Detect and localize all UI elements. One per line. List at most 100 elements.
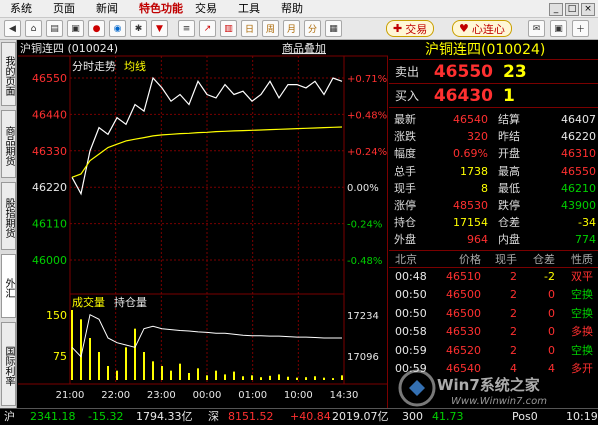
stat-label: 最低 [498, 181, 520, 195]
month-icon[interactable]: 月 [283, 20, 300, 37]
back-icon[interactable]: ◀ [4, 20, 21, 37]
tick-nature: 空换 [571, 343, 593, 357]
volume-bar [89, 338, 91, 380]
stat-label: 涨停 [394, 198, 416, 212]
close-button[interactable]: × [581, 2, 595, 16]
volume-bar [296, 377, 298, 380]
tab-index-futures[interactable]: 股指期货 [1, 182, 16, 250]
volume-bar [323, 377, 325, 380]
stat-value: 964 [467, 233, 488, 247]
tab-commodity-futures[interactable]: 商品期货 [1, 110, 16, 178]
stat-value: 46540 [453, 113, 488, 126]
maximize-button[interactable]: □ [565, 2, 579, 16]
volume-bar [116, 370, 118, 380]
stat-value: 43900 [561, 198, 596, 212]
volume-tick: 75 [53, 350, 67, 363]
stat-value: 46407 [561, 113, 596, 126]
volume-bar [260, 377, 262, 380]
menu-bar: 系统 页面 新闻 特色功能 交易 工具 帮助 _ □ × [0, 0, 598, 18]
tick-oi-change: 0 [548, 343, 555, 357]
volume-bar [206, 375, 208, 380]
grid-icon[interactable]: ▦ [325, 20, 342, 37]
open-interest-label: 持仓量 [114, 295, 147, 309]
tick-time: 00:59 [395, 343, 427, 357]
list-icon[interactable]: ≡ [178, 20, 195, 37]
lock-icon[interactable]: ▣ [550, 20, 567, 37]
tick-nature: 空换 [571, 288, 593, 302]
menu-help[interactable]: 帮助 [271, 0, 314, 18]
open-interest-tick: 17096 [347, 352, 379, 363]
price-tick: 46440 [32, 108, 67, 121]
intraday-chart[interactable]: 沪铜连四 (010024) 商品叠加 46550 46440 46330 46220 4… [18, 40, 388, 408]
minute-icon[interactable]: 分 [304, 20, 321, 37]
ask-label: 卖出 [395, 65, 420, 79]
status-pos: Pos0 [512, 410, 538, 423]
menu-trade[interactable]: 交易 [185, 0, 228, 18]
menu-page[interactable]: 页面 [43, 0, 86, 18]
plus-icon[interactable]: ＋ [572, 20, 589, 37]
tick-time: 00:50 [395, 306, 427, 320]
panel-title: 沪铜连四(010024) [389, 40, 598, 60]
stat-label: 跌停 [498, 198, 520, 212]
tick-qty: 2 [510, 306, 517, 320]
filter-icon[interactable]: ▼ [151, 20, 168, 37]
tick-time: 00:58 [395, 325, 427, 339]
heart-button[interactable]: ♥ 心连心 [452, 20, 512, 37]
bid-price: 46430 [433, 85, 493, 106]
volume-bar [179, 363, 181, 380]
globe-icon[interactable]: ◉ [109, 20, 126, 37]
stat-label: 开盘 [498, 147, 520, 161]
price-tick: 46000 [32, 254, 67, 267]
window-controls: _ □ × [549, 0, 598, 18]
overlay-commodity-link[interactable]: 商品叠加 [282, 41, 326, 55]
trade-button[interactable]: ✚ 交易 [386, 20, 435, 37]
price-tick: 46330 [32, 145, 67, 158]
kline-icon[interactable]: ▥ [220, 20, 237, 37]
home-icon[interactable]: ⌂ [25, 20, 42, 37]
heart-icon: ♥ [459, 22, 469, 35]
tab-forex[interactable]: 外汇 [1, 254, 16, 318]
menu-news[interactable]: 新闻 [86, 0, 129, 18]
stat-label: 现手 [394, 181, 416, 195]
stats-row: 幅度 0.69% 开盘 46310 [389, 145, 598, 162]
volume-bar [170, 370, 172, 380]
minimize-button[interactable]: _ [549, 2, 563, 16]
volume-bar [161, 366, 163, 380]
volume-bar [233, 371, 235, 380]
volume-bar [341, 375, 343, 380]
menu-tools[interactable]: 工具 [228, 0, 271, 18]
week-icon[interactable]: 周 [262, 20, 279, 37]
percent-axis: +0.71% +0.48% +0.24% 0.00% -0.24% -0.48% [347, 74, 387, 267]
volume-bar [242, 376, 244, 380]
pin-icon[interactable]: ● [88, 20, 105, 37]
menu-special-features[interactable]: 特色功能 [129, 0, 185, 18]
open-interest-tick: 17234 [347, 311, 379, 322]
volume-bar [98, 352, 100, 380]
clock: 10:19 [566, 410, 598, 423]
percent-tick: +0.71% [347, 74, 387, 85]
tab-intl-rates[interactable]: 国际利率 [1, 322, 16, 406]
envelope-icon[interactable]: ✉ [528, 20, 545, 37]
day-icon[interactable]: 日 [241, 20, 258, 37]
gear-icon[interactable]: ✱ [130, 20, 147, 37]
sh-index: 2341.18 [30, 410, 76, 423]
intraday-chart-icon[interactable]: ↗ [199, 20, 216, 37]
tick-price: 46500 [446, 288, 481, 302]
sh-label: 沪 [4, 410, 15, 423]
stats-row: 最新 46540 结算 46407 [389, 111, 598, 128]
window-icon[interactable]: ▣ [67, 20, 84, 37]
volume-bar [278, 374, 280, 380]
tick-qty: 2 [510, 288, 517, 302]
tick-price: 46510 [446, 270, 481, 283]
stats-table: 最新 46540 结算 46407 涨跌 320 昨结 46220 幅度 0.69% 开盘 46310… [389, 108, 598, 251]
menu-system[interactable]: 系统 [0, 0, 43, 18]
volume-bar [134, 328, 136, 380]
stat-label: 外盘 [394, 233, 416, 247]
news-icon[interactable]: ▤ [46, 20, 63, 37]
tick-row: 00:50 46500 2 0 空换 [389, 286, 598, 304]
stat-value: 320 [467, 130, 488, 144]
sz-amount: 2019.07亿 [332, 410, 389, 423]
stat-value: 8 [481, 181, 488, 195]
volume-bar [215, 370, 217, 380]
tab-my-page[interactable]: 我的页面 [1, 42, 16, 106]
